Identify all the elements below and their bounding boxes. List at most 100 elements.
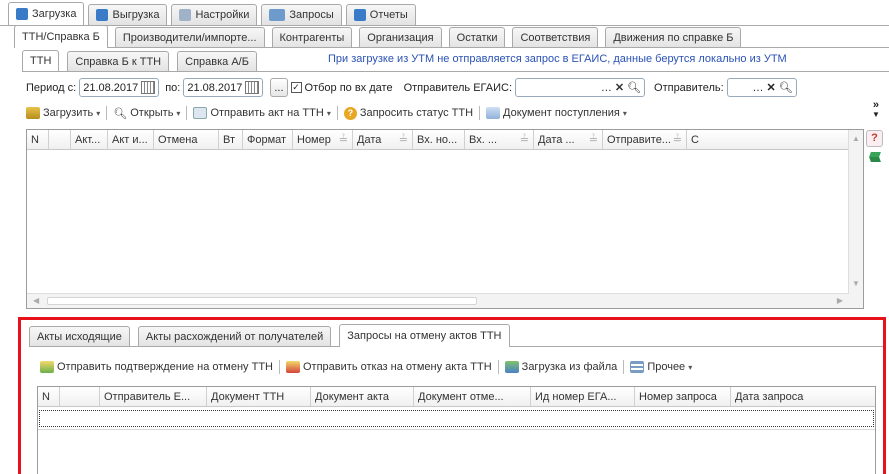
date-to-field[interactable]: 21.08.2017 [183, 78, 264, 97]
date-from-field[interactable]: 21.08.2017 [79, 78, 160, 97]
selected-empty-row[interactable] [39, 410, 874, 427]
receipt-doc-button[interactable]: Документ поступления ▾ [486, 107, 627, 119]
tab-queries[interactable]: Запросы [261, 4, 342, 25]
help-icon: ? [871, 132, 878, 144]
date-to-value: 21.08.2017 [187, 81, 243, 94]
receipt-doc-label: Документ поступления [503, 107, 620, 119]
sender-field[interactable]: … ✕ 🔍︎ [726, 78, 797, 97]
vertical-scrollbar[interactable]: ▲ ▼ [848, 130, 863, 308]
date-from-value: 21.08.2017 [83, 81, 139, 94]
col-request-date[interactable]: Дата запроса [731, 387, 875, 406]
send-confirm-label: Отправить подтверждение на отмену ТТН [57, 361, 273, 373]
col-blank[interactable] [60, 387, 100, 406]
sort-icon: ≟ [672, 134, 682, 146]
subtab-contractors[interactable]: Контрагенты [271, 27, 353, 48]
col-date[interactable]: Дата ≟ [353, 130, 413, 149]
tab-outgoing-acts-label: Акты исходящие [37, 331, 122, 343]
clear-icon[interactable]: ✕ [766, 81, 775, 94]
col-cancel[interactable]: Отмена [154, 130, 219, 149]
tab-cancel-requests[interactable]: Запросы на отмену актов ТТН [339, 324, 510, 347]
col-sender-egais[interactable]: Отправитель Е... [100, 387, 207, 406]
send-confirm-button[interactable]: Отправить подтверждение на отмену ТТН [40, 361, 273, 373]
col-number-label: Номер [297, 133, 331, 146]
load-file-button[interactable]: Загрузка из файла [504, 361, 617, 373]
ellipsis-icon[interactable]: … [601, 82, 612, 94]
col-egais-id[interactable]: Ид номер ЕГА... [531, 387, 635, 406]
calendar-icon[interactable] [141, 81, 156, 94]
tab-upload-label: Загрузка [32, 8, 77, 20]
subtab-stock[interactable]: Остатки [448, 27, 506, 48]
tab-discrepancy-acts[interactable]: Акты расхождений от получателей [137, 326, 332, 347]
tab-outgoing-acts[interactable]: Акты исходящие [29, 326, 130, 347]
confirm-icon [40, 361, 54, 373]
toolbar-more-button[interactable]: » ▼ [872, 100, 880, 120]
clear-icon[interactable]: ✕ [615, 81, 624, 94]
sub-tab-divider [14, 47, 889, 48]
col-request-number[interactable]: Номер запроса [635, 387, 731, 406]
period-ellipsis: ... [274, 81, 284, 94]
scroll-up-icon[interactable]: ▲ [849, 134, 863, 143]
subtab-organization[interactable]: Организация [359, 27, 442, 48]
dropdown-arrow-icon: ▾ [622, 108, 627, 118]
send-reject-button[interactable]: Отправить отказ на отмену акта ТТН [286, 361, 492, 373]
question-icon: ? [343, 106, 357, 120]
send-act-button[interactable]: Отправить акт на ТТН ▾ [193, 107, 331, 119]
row-divider [38, 429, 875, 430]
other-button[interactable]: Прочее ▾ [630, 361, 692, 373]
doctab-ref-b[interactable]: Справка Б к ТТН [67, 51, 170, 71]
col-format[interactable]: Формат [243, 130, 293, 149]
send-act-label: Отправить акт на ТТН [210, 107, 324, 119]
send-reject-label: Отправить отказ на отмену акта ТТН [303, 361, 492, 373]
doctab-ref-ab[interactable]: Справка А/Б [177, 51, 257, 71]
col-act[interactable]: Акт... [71, 130, 108, 149]
calendar-icon[interactable] [245, 81, 260, 94]
tab-upload[interactable]: Загрузка [8, 2, 85, 25]
subtab-ttn[interactable]: ТТН/Справка Б [14, 25, 108, 48]
search-icon[interactable]: 🔍︎ [627, 81, 641, 94]
ellipsis-icon[interactable]: … [752, 82, 763, 94]
col-date2[interactable]: Дата ... ≟ [534, 130, 603, 149]
doctab-ttn[interactable]: ТТН [22, 50, 60, 71]
col-act-i[interactable]: Акт и... [108, 130, 154, 149]
filter-row: Период с: 21.08.2017 по: 21.08.2017 ... … [26, 78, 889, 97]
tab-reports[interactable]: Отчеты [345, 4, 416, 25]
queries-icon [269, 9, 286, 21]
subtab-producers[interactable]: Производители/импорте... [114, 27, 265, 48]
col-blank[interactable] [49, 130, 71, 149]
subtab-movements[interactable]: Движения по справке Б [605, 27, 742, 48]
tab-settings[interactable]: Настройки [171, 4, 258, 25]
col-in-number[interactable]: Вх. но... [413, 130, 465, 149]
col-cancel-document[interactable]: Документ отме... [414, 387, 531, 406]
incoming-date-checkbox[interactable]: ✓ [290, 82, 302, 93]
col-n[interactable]: N [38, 387, 60, 406]
doc-tab-divider [22, 71, 889, 72]
dropdown-arrow-icon: ▾ [688, 362, 693, 372]
scroll-thumb[interactable] [47, 297, 477, 305]
doctab-ttn-label: ТТН [30, 55, 52, 67]
col-c[interactable]: С [687, 130, 703, 149]
period-select-button[interactable]: ... [270, 78, 288, 97]
col-ttn-document[interactable]: Документ ТТН [207, 387, 311, 406]
scroll-right-icon[interactable]: ▶ [837, 296, 843, 305]
col-sender[interactable]: Отправите... ≟ [603, 130, 687, 149]
request-status-button[interactable]: ? Запросить статус ТТН [343, 106, 473, 120]
col-vt[interactable]: Вт [219, 130, 243, 149]
horizontal-scrollbar[interactable]: ◀ ▶ [27, 293, 849, 308]
cancel-requests-table[interactable]: N Отправитель Е... Документ ТТН Документ… [37, 386, 876, 474]
load-button[interactable]: Загрузить ▾ [26, 107, 100, 119]
tab-download[interactable]: Выгрузка [88, 4, 168, 25]
open-button[interactable]: 🔍︎ Открыть ▾ [113, 107, 180, 120]
col-n[interactable]: N [27, 130, 49, 149]
scroll-down-icon[interactable]: ▼ [849, 279, 863, 288]
layers-icon[interactable] [868, 152, 882, 163]
toolbar-ttn: Загрузить ▾ 🔍︎ Открыть ▾ Отправить акт на Т… [26, 104, 627, 122]
help-button[interactable]: ? [866, 130, 883, 147]
sender-egais-field[interactable]: … ✕ 🔍︎ [515, 78, 646, 97]
subtab-matches[interactable]: Соответствия [512, 27, 599, 48]
col-number[interactable]: Номер ≟ [293, 130, 353, 149]
scroll-left-icon[interactable]: ◀ [33, 296, 39, 305]
ttn-table[interactable]: N Акт... Акт и... Отмена Вт Формат Номер… [26, 129, 864, 309]
search-icon[interactable]: 🔍︎ [779, 81, 793, 94]
col-in[interactable]: Вх. ... ≟ [465, 130, 534, 149]
col-act-document[interactable]: Документ акта [311, 387, 414, 406]
